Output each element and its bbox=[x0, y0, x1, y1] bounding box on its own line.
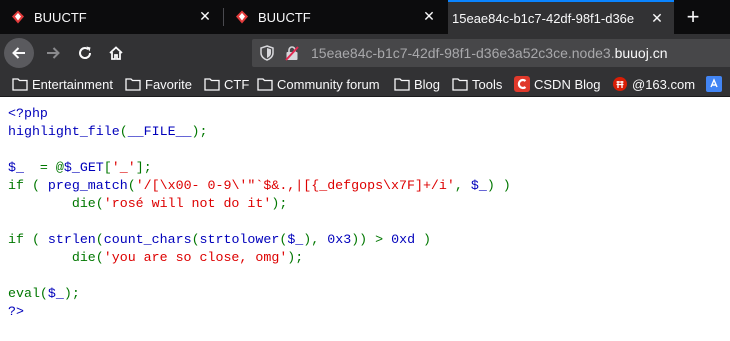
page-content: <?php highlight_file(__FILE__); $_ = @$_… bbox=[0, 97, 730, 341]
url-text[interactable]: 15eae84c-b1c7-42df-98f1-d36e3a52c3ce.nod… bbox=[311, 45, 668, 61]
paren: ); bbox=[271, 196, 288, 211]
variable-underscore: $_ bbox=[8, 160, 32, 175]
paren: ); bbox=[287, 250, 304, 265]
folder-icon bbox=[12, 78, 28, 91]
back-arrow-icon bbox=[12, 47, 25, 59]
bookmark-label: Tools bbox=[472, 76, 503, 92]
home-icon bbox=[109, 46, 123, 60]
function-highlight-file: highlight_file bbox=[8, 124, 120, 139]
163-icon bbox=[613, 77, 627, 91]
folder-icon bbox=[125, 78, 141, 91]
bookmark-label: Favorite bbox=[145, 76, 192, 92]
operator: = @ bbox=[31, 160, 64, 175]
function-count-chars: count_chars bbox=[103, 232, 192, 247]
variable-underscore: $_ bbox=[287, 232, 304, 247]
if-keyword: if ( bbox=[8, 232, 48, 247]
bookmark-label: Entertainment bbox=[32, 76, 113, 92]
new-tab-button[interactable]: + bbox=[680, 4, 706, 30]
php-source-code: <?php highlight_file(__FILE__); $_ = @$_… bbox=[8, 105, 511, 321]
forward-arrow-icon bbox=[47, 47, 60, 59]
variable-underscore: $_ bbox=[470, 178, 487, 193]
close-tab-icon[interactable]: ✕ bbox=[198, 9, 212, 23]
tab-title: BUUCTF bbox=[34, 9, 87, 25]
operator: )) > bbox=[351, 232, 392, 247]
bookmark-csdn-blog[interactable]: CSDN Blog bbox=[514, 75, 600, 93]
bookmark-favorite[interactable]: Favorite bbox=[125, 75, 192, 93]
tab-strip: BUUCTF ✕ BUUCTF ✕ 15eae84c-b1c7-42df-98f… bbox=[0, 0, 730, 34]
bookmark-blog[interactable]: Blog bbox=[394, 75, 440, 93]
bookmark-163[interactable]: @163.com bbox=[612, 75, 695, 93]
bracket: ]; bbox=[135, 160, 152, 175]
paren: ( bbox=[191, 232, 200, 247]
tab-title: BUUCTF bbox=[258, 9, 311, 25]
csdn-icon bbox=[514, 76, 530, 92]
folder-icon bbox=[257, 78, 273, 91]
bookmarks-toolbar: Entertainment Favorite CTF Community for… bbox=[0, 72, 730, 97]
file-constant: __FILE__ bbox=[127, 124, 192, 139]
tab-active-challenge[interactable]: 15eae84c-b1c7-42df-98f1-d36e ✕ bbox=[448, 0, 674, 34]
eval-call: eval( bbox=[8, 286, 48, 301]
die-call: die( bbox=[71, 250, 104, 265]
buuctf-favicon-icon bbox=[236, 10, 248, 24]
folder-icon bbox=[204, 78, 220, 91]
bookmark-label: CSDN Blog bbox=[534, 76, 601, 92]
die-message: 'you are so close, omg' bbox=[103, 250, 288, 265]
php-open-tag: <?php bbox=[8, 106, 48, 121]
bookmark-label: Blog bbox=[414, 76, 441, 92]
folder-icon bbox=[452, 78, 468, 91]
function-preg-match: preg_match bbox=[47, 178, 128, 193]
bookmark-label: @163.com bbox=[632, 76, 696, 92]
address-bar[interactable]: 15eae84c-b1c7-42df-98f1-d36e3a52c3ce.nod… bbox=[252, 39, 730, 67]
tab-buuctf-1[interactable]: BUUCTF ✕ bbox=[0, 0, 222, 34]
tab-title: 15eae84c-b1c7-42df-98f1-d36e bbox=[452, 10, 635, 26]
paren: ); bbox=[63, 286, 80, 301]
regex-string: '/[\x00- 0-9\'"`$&.,|[{_defgops\x7F]+/i' bbox=[135, 178, 455, 193]
bookmark-label: CTF bbox=[224, 76, 250, 92]
die-message: 'rosé will not do it' bbox=[103, 196, 272, 211]
function-strtolower: strtolower bbox=[199, 232, 280, 247]
paren: ) bbox=[415, 232, 432, 247]
number-literal: 0xd bbox=[391, 232, 416, 247]
navigation-toolbar: 15eae84c-b1c7-42df-98f1-d36e3a52c3ce.nod… bbox=[0, 34, 730, 72]
bookmark-ctf[interactable]: CTF bbox=[204, 75, 249, 93]
function-strlen: strlen bbox=[47, 232, 96, 247]
shield-icon[interactable] bbox=[260, 45, 274, 61]
close-tab-icon[interactable]: ✕ bbox=[650, 11, 664, 25]
paren: ( bbox=[95, 232, 104, 247]
superglobal-get: $_GET bbox=[63, 160, 104, 175]
tab-buuctf-2[interactable]: BUUCTF ✕ bbox=[224, 0, 446, 34]
forward-button[interactable] bbox=[38, 38, 68, 68]
google-translate-icon bbox=[706, 76, 722, 92]
variable-underscore: $_ bbox=[47, 286, 64, 301]
bookmark-overflow-google[interactable] bbox=[706, 75, 726, 93]
url-domain: buuoj.cn bbox=[614, 45, 668, 61]
php-close-tag: ?> bbox=[8, 304, 24, 319]
back-button[interactable] bbox=[4, 38, 34, 68]
bookmark-label: Community forum bbox=[277, 76, 380, 92]
paren: ) ) bbox=[486, 178, 511, 193]
reload-button[interactable] bbox=[70, 38, 100, 68]
number-literal: 0x3 bbox=[327, 232, 352, 247]
close-tab-icon[interactable]: ✕ bbox=[422, 9, 436, 23]
comma: , bbox=[454, 178, 471, 193]
home-button[interactable] bbox=[101, 38, 131, 68]
insecure-lock-icon[interactable] bbox=[285, 45, 299, 61]
paren: ( bbox=[119, 124, 128, 139]
die-call: die( bbox=[71, 196, 104, 211]
get-key-string: '_' bbox=[111, 160, 136, 175]
paren: ( bbox=[127, 178, 136, 193]
bookmark-community-forum[interactable]: Community forum bbox=[257, 75, 380, 93]
bracket: [ bbox=[103, 160, 112, 175]
url-path: 15eae84c-b1c7-42df-98f1-d36e3a52c3ce.nod… bbox=[311, 45, 615, 61]
comma: ), bbox=[303, 232, 328, 247]
folder-icon bbox=[394, 78, 410, 91]
paren: ); bbox=[191, 124, 208, 139]
bookmark-entertainment[interactable]: Entertainment bbox=[12, 75, 113, 93]
buuctf-favicon-icon bbox=[12, 10, 24, 24]
bookmark-tools[interactable]: Tools bbox=[452, 75, 502, 93]
reload-icon bbox=[79, 46, 92, 59]
if-keyword: if ( bbox=[8, 178, 48, 193]
